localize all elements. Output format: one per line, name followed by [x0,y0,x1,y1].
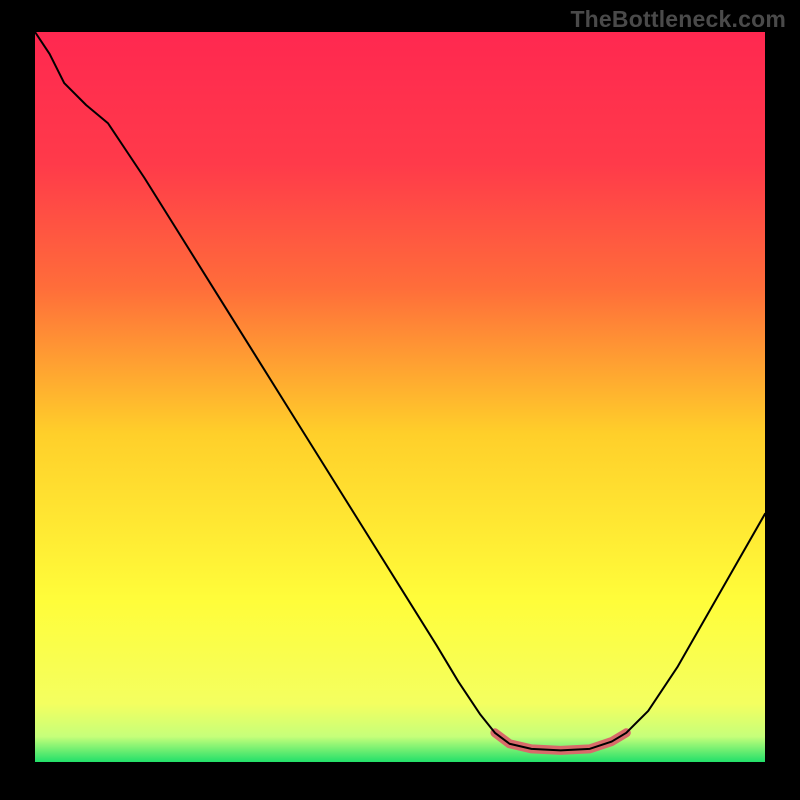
chart-background [35,32,765,762]
chart-frame: TheBottleneck.com [0,0,800,800]
plot-area [35,32,765,762]
chart-svg [35,32,765,762]
watermark-text: TheBottleneck.com [570,6,786,33]
